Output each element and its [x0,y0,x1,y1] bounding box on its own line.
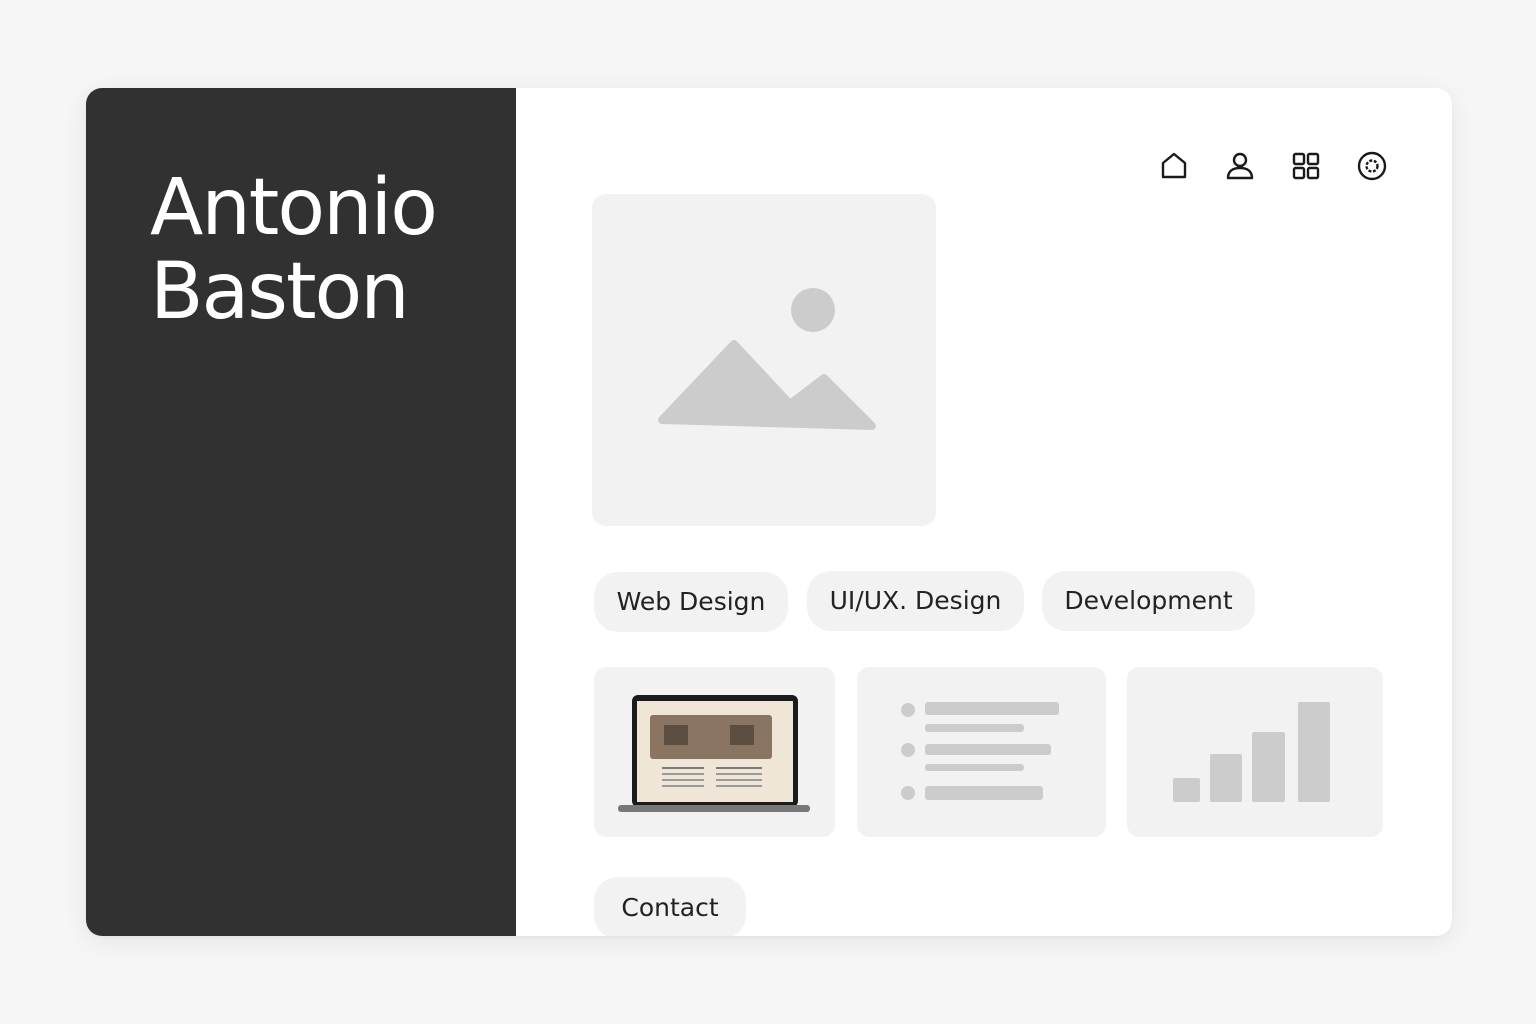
settings-icon [1357,151,1387,181]
nav-grid-button[interactable] [1288,148,1324,184]
profile-name: Antonio Baston [150,163,438,337]
contact-button[interactable]: Contact [594,877,746,936]
portfolio-window: Antonio Baston Web Design UI/UX. Design … [86,88,1452,936]
category-web-design[interactable]: Web Design [594,572,788,632]
image-placeholder-icon [658,288,876,430]
list-icon [901,702,1059,800]
nav-home-button[interactable] [1156,148,1192,184]
hero-image-placeholder [592,194,936,526]
category-development[interactable]: Development [1042,571,1255,631]
last-name: Baston [150,247,410,337]
grid-icon [1292,152,1320,180]
sidebar: Antonio Baston [86,88,516,936]
project-ui-ux-tile[interactable] [857,667,1106,837]
user-icon [1226,152,1254,180]
project-web-design-tile[interactable] [594,667,835,837]
bar-chart-icon [1173,702,1330,802]
first-name: Antonio [150,163,438,253]
top-nav [1156,148,1390,184]
project-development-tile[interactable] [1127,667,1383,837]
home-icon [1161,152,1187,179]
category-ui-ux-design[interactable]: UI/UX. Design [807,571,1024,631]
nav-profile-button[interactable] [1222,148,1258,184]
nav-settings-button[interactable] [1354,148,1390,184]
laptop-screenshot-icon [618,695,810,812]
